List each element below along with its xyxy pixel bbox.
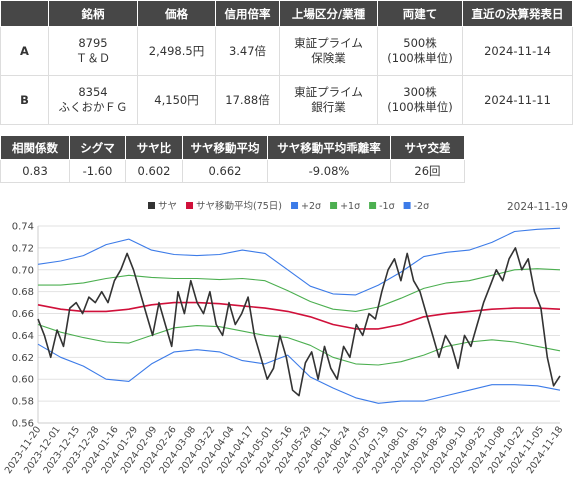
legend-label[interactable]: +2σ (301, 201, 321, 212)
y-tick-label: 0.70 (12, 265, 34, 276)
legend-label[interactable]: サヤ (158, 201, 177, 212)
stat-header-sigma: シグマ (69, 135, 126, 160)
col-header-price: 価格 (137, 0, 216, 27)
industry-name: 保険業 (311, 51, 346, 65)
legend-label[interactable]: サヤ移動平均(75日) (196, 200, 282, 212)
earnings-date-cell: 2024-11-14 (462, 26, 573, 76)
margin-ratio-cell: 17.88倍 (215, 75, 280, 125)
legend-swatch (186, 202, 194, 209)
stat-header-ma: サヤ移動平均 (182, 135, 268, 160)
stat-ratio: 0.602 (125, 159, 183, 183)
legend-swatch (403, 202, 411, 209)
y-tick-label: 0.74 (12, 222, 34, 233)
y-axis: 0.56 0.58 0.60 0.62 0.64 0.66 0.68 0.70 0.72 0.74 (12, 222, 34, 430)
legend-swatch (291, 202, 299, 209)
col-header-label (0, 0, 49, 27)
legend-swatch (148, 202, 155, 209)
series-line-p2 (37, 227, 561, 296)
row-label: B (0, 75, 49, 125)
col-header-name: 銘柄 (48, 0, 138, 27)
legend-swatch (330, 202, 338, 209)
y-tick-label: 0.56 (12, 419, 34, 430)
stat-deviation: -9.08% (267, 159, 391, 183)
lot-cell: 500株 (100株単位) (377, 26, 463, 76)
y-tick-label: 0.68 (12, 287, 34, 298)
margin-ratio-cell: 3.47倍 (215, 26, 280, 76)
stock-code: 8354 (78, 85, 108, 99)
y-tick-label: 0.60 (12, 375, 34, 386)
stats-table: 相関係数 シグマ サヤ比 サヤ移動平均 サヤ移動平均乖離率 サヤ交差 0.83 … (0, 135, 465, 183)
y-tick-label: 0.64 (12, 331, 34, 342)
earnings-date-cell: 2024-11-11 (462, 75, 573, 125)
legend-swatch (369, 202, 377, 209)
stats-header: 相関係数 シグマ サヤ比 サヤ移動平均 サヤ移動平均乖離率 サヤ交差 (0, 135, 465, 160)
stats-row: 0.83 -1.60 0.602 0.662 -9.08% 26回 (0, 159, 465, 183)
y-tick-label: 0.62 (12, 353, 34, 364)
lot-shares: 500株 (403, 36, 437, 50)
col-header-margin: 信用倍率 (215, 0, 280, 27)
lot-unit: (100株単位) (387, 100, 453, 114)
chart-series (37, 227, 561, 404)
stat-header-correlation: 相関係数 (0, 135, 70, 160)
chart-date-label: 2024-11-19 (507, 201, 568, 213)
stat-sigma: -1.60 (69, 159, 126, 183)
table-row: B 8354 ふくおかＦＧ 4,150円 17.88倍 東証プライム 銀行業 300… (0, 75, 573, 125)
stock-name-cell[interactable]: 8795 Ｔ＆Ｄ (48, 26, 138, 76)
stat-header-ratio: サヤ比 (125, 135, 183, 160)
stat-header-cross: サヤ交差 (390, 135, 465, 160)
col-header-market: 上場区分/業種 (279, 0, 378, 27)
legend-label[interactable]: +1σ (340, 201, 360, 212)
stock-name: ふくおかＦＧ (58, 100, 128, 114)
market-name: 東証プライム (294, 85, 363, 99)
stat-correlation: 0.83 (0, 159, 70, 183)
table-row: A 8795 Ｔ＆Ｄ 2,498.5円 3.47倍 東証プライム 保険業 500株(… (0, 26, 573, 76)
y-tick-label: 0.72 (12, 243, 34, 254)
stock-code: 8795 (78, 36, 108, 50)
lot-cell: 300株 (100株単位) (377, 75, 463, 125)
chart-legend[interactable]: サヤ サヤ移動平均(75日) +2σ +1σ -1σ -2σ (148, 200, 429, 212)
stock-name-cell[interactable]: 8354 ふくおかＦＧ (48, 75, 138, 125)
stat-ma: 0.662 (182, 159, 268, 183)
price-cell: 2,498.5円 (137, 26, 216, 76)
lot-shares: 300株 (403, 85, 437, 99)
lot-unit: (100株単位) (387, 51, 453, 65)
industry-name: 銀行業 (311, 100, 346, 114)
market-name: 東証プライム (294, 36, 363, 50)
price-cell: 4,150円 (137, 75, 216, 125)
series-line-m1 (37, 323, 561, 366)
spread-chart: サヤ サヤ移動平均(75日) +2σ +1σ -1σ -2σ 2024-11-19 0.5… (3, 200, 568, 476)
stat-cross: 26回 (390, 159, 465, 183)
legend-label[interactable]: -1σ (379, 201, 395, 212)
series-line-p1 (38, 268, 561, 312)
y-tick-label: 0.66 (12, 309, 34, 320)
legend-label[interactable]: -2σ (414, 201, 430, 212)
pair-table: 銘柄 価格 信用倍率 上場区分/業種 両建て 直近の決算発表日 A 8795 Ｔ＆… (0, 0, 573, 125)
y-tick-label: 0.58 (12, 397, 34, 408)
market-cell: 東証プライム 保険業 (279, 26, 378, 76)
col-header-lot: 両建て (377, 0, 463, 27)
x-axis: 2023-11-202023-12-012023-12-152023-12-28… (3, 424, 566, 476)
row-label: A (0, 26, 49, 76)
pair-table-header: 銘柄 価格 信用倍率 上場区分/業種 両建て 直近の決算発表日 (0, 0, 573, 27)
market-cell: 東証プライム 銀行業 (279, 75, 378, 125)
stat-header-deviation: サヤ移動平均乖離率 (267, 135, 391, 160)
stock-name: Ｔ＆Ｄ (75, 51, 111, 65)
col-header-date: 直近の決算発表日 (462, 0, 573, 27)
